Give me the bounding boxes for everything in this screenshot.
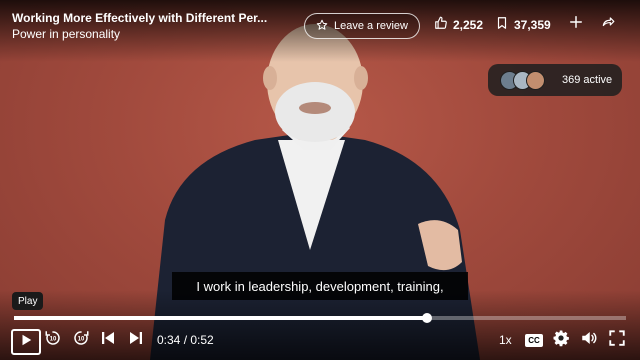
gear-icon (552, 329, 570, 352)
forward-button[interactable]: 10 (71, 328, 91, 352)
time-display: 0:34 / 0:52 (157, 333, 214, 347)
play-icon (19, 333, 33, 352)
bookmark-icon (495, 16, 509, 33)
rewind-seconds: 10 (50, 336, 57, 342)
closed-captions-icon: CC (525, 333, 543, 347)
avatar (526, 71, 545, 90)
fullscreen-icon (608, 329, 626, 352)
video-title-block: Working More Effectively with Different … (12, 10, 297, 42)
viewer-avatars (500, 71, 545, 90)
forward-seconds: 10 (78, 336, 85, 342)
plus-icon (569, 15, 583, 34)
rewind-button[interactable]: 10 (43, 328, 63, 352)
share-arrow-icon (601, 15, 615, 34)
thumbs-up-icon (434, 16, 448, 33)
skip-next-icon (127, 329, 145, 352)
saves-count: 37,359 (514, 17, 551, 32)
star-icon (316, 19, 328, 34)
leave-review-button[interactable]: Leave a review (304, 13, 420, 39)
video-player[interactable]: Working More Effectively with Different … (0, 0, 640, 360)
settings-button[interactable] (551, 328, 571, 352)
volume-icon (580, 329, 598, 352)
progress-bar[interactable] (14, 313, 626, 323)
progress-fill (14, 316, 428, 320)
fullscreen-button[interactable] (606, 328, 628, 352)
bottom-gradient (0, 290, 640, 360)
video-title[interactable]: Working More Effectively with Different … (12, 10, 297, 26)
review-label: Leave a review (334, 20, 408, 32)
next-button[interactable] (127, 328, 145, 352)
active-viewers-count: 369 active (562, 74, 613, 86)
active-viewers-badge: 369 active (488, 64, 622, 96)
skip-previous-icon (99, 329, 117, 352)
subtitle-caption: I work in leadership, development, train… (172, 272, 468, 300)
likes-count: 2,252 (453, 17, 484, 32)
playback-speed-button[interactable]: 1x (499, 333, 512, 347)
captions-button[interactable]: CC (524, 328, 544, 352)
play-button[interactable] (11, 329, 41, 355)
video-subtitle: Power in personality (12, 27, 121, 41)
add-button[interactable] (568, 15, 584, 34)
volume-button[interactable] (578, 328, 600, 352)
previous-button[interactable] (99, 328, 117, 352)
rewind-10-icon: 10 (44, 329, 62, 352)
play-tooltip: Play (12, 292, 44, 310)
likes-button[interactable]: 2,252 (434, 16, 483, 33)
forward-10-icon: 10 (72, 329, 90, 352)
save-button[interactable]: 37,359 (495, 16, 551, 33)
share-button[interactable] (600, 16, 616, 32)
